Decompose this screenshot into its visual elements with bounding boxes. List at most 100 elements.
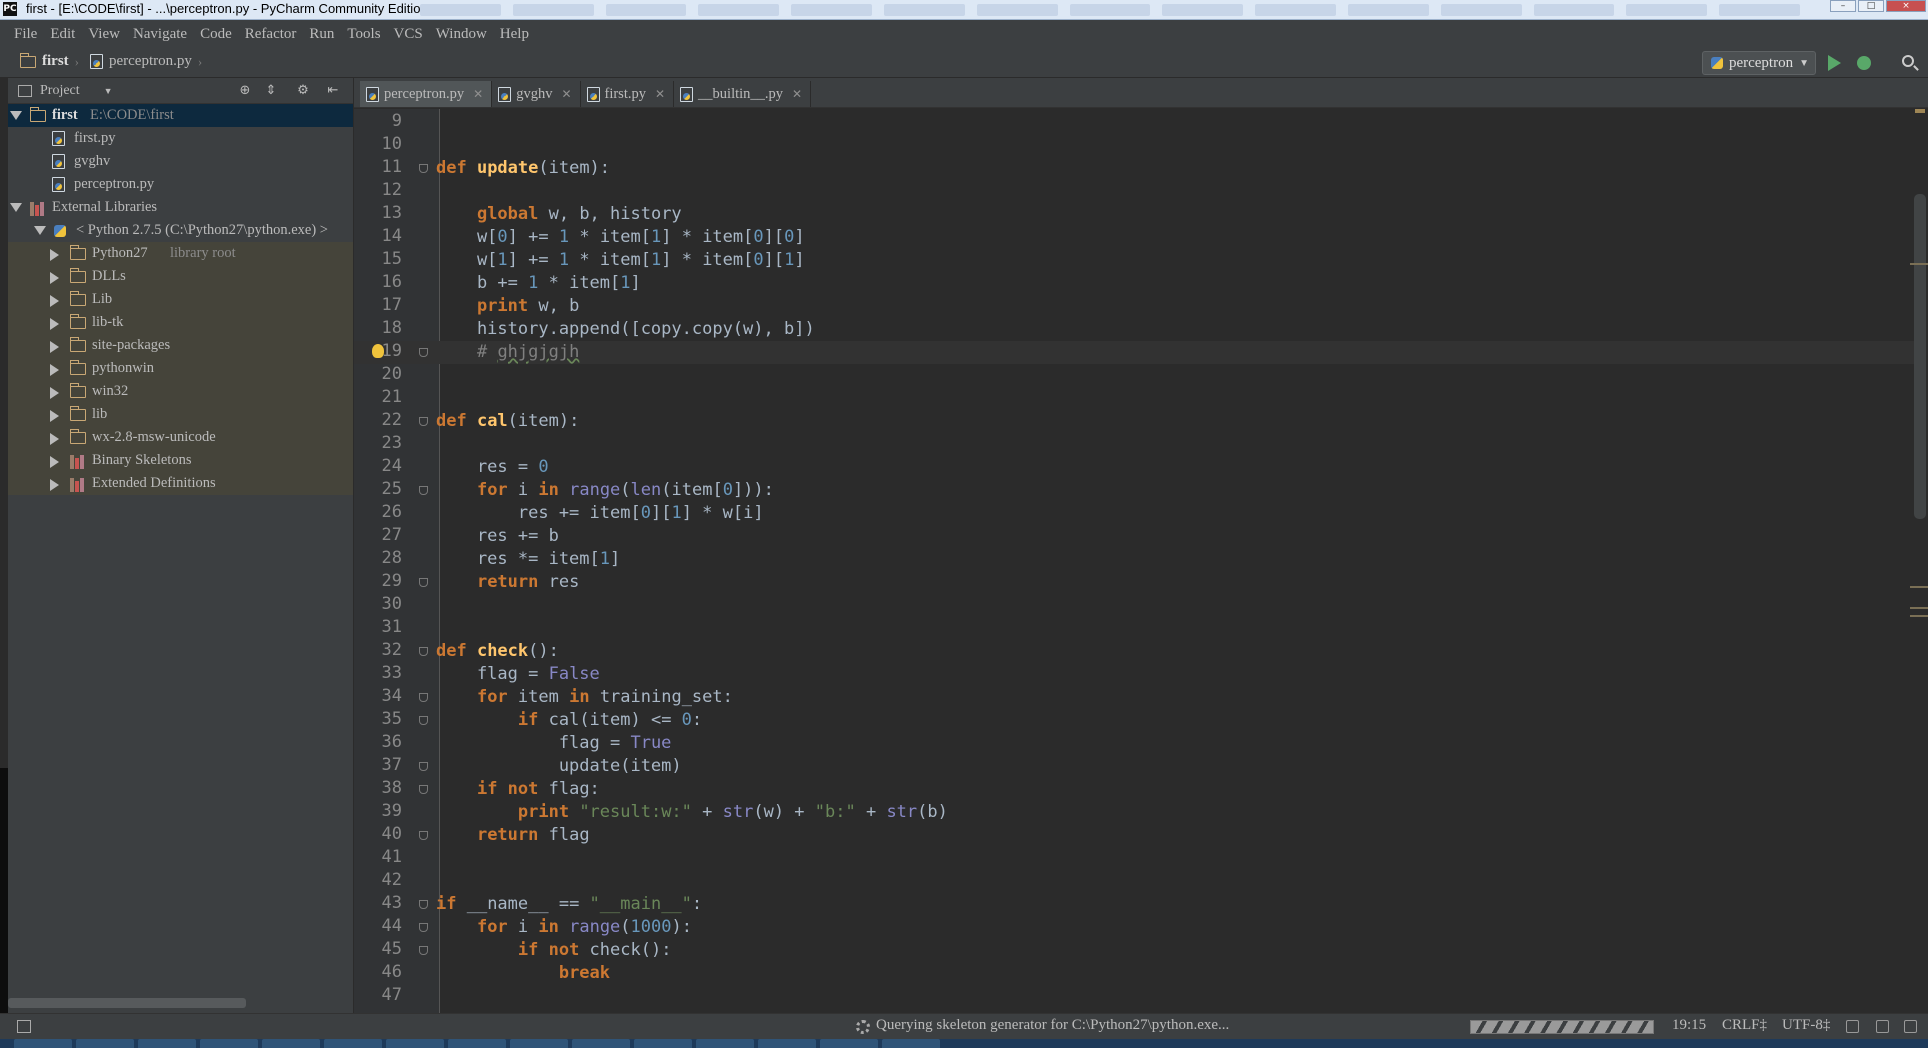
progress-bar[interactable] — [1470, 1020, 1654, 1034]
menu-help[interactable]: Help — [500, 26, 529, 43]
tree-item[interactable]: DLLs — [8, 265, 353, 288]
search-icon[interactable] — [1902, 55, 1914, 67]
lightbulb-icon[interactable] — [372, 344, 384, 358]
menu-file[interactable]: File — [14, 26, 37, 43]
menu-vcs[interactable]: VCS — [394, 26, 423, 43]
menu-tools[interactable]: Tools — [347, 26, 380, 43]
fold-marker-icon[interactable] — [419, 486, 428, 495]
close-icon[interactable]: ✕ — [655, 87, 665, 101]
project-view-selector[interactable]: Project — [40, 83, 80, 99]
run-configuration-select[interactable]: perceptron ▼ — [1702, 51, 1816, 75]
fold-marker-icon[interactable] — [419, 785, 428, 794]
fold-marker-icon[interactable] — [419, 762, 428, 771]
tree-collapsed-icon[interactable] — [50, 410, 59, 422]
code-editor[interactable]: 9 10 11 def update(item): 12 13 global w, b, … — [354, 109, 1928, 1013]
minimize-icon[interactable]: – — [1830, 0, 1856, 12]
menu-window[interactable]: Window — [436, 26, 487, 43]
tree-item[interactable]: pythonwin — [8, 357, 353, 380]
tree-collapsed-icon[interactable] — [50, 318, 59, 330]
encoding-selector[interactable]: UTF-8‡ — [1782, 1017, 1830, 1034]
fold-marker-icon[interactable] — [419, 946, 428, 955]
tree-item[interactable]: lib — [8, 403, 353, 426]
tool-windows-toggle-icon[interactable] — [17, 1020, 31, 1033]
fold-marker-icon[interactable] — [419, 831, 428, 840]
hide-panel-icon[interactable]: ⇤ — [326, 84, 340, 98]
tree-collapsed-icon[interactable] — [50, 295, 59, 307]
menu-code[interactable]: Code — [200, 26, 232, 43]
tree-item[interactable]: < Python 2.7.5 (C:\Python27\python.exe) … — [8, 219, 353, 242]
fold-marker-icon[interactable] — [419, 716, 428, 725]
run-icon[interactable] — [1828, 55, 1841, 71]
tree-expanded-icon[interactable] — [34, 226, 46, 235]
inspector-icon[interactable] — [1876, 1020, 1889, 1033]
close-icon[interactable]: × — [1886, 0, 1926, 12]
tree-collapsed-icon[interactable] — [50, 387, 59, 399]
tree-item[interactable]: lib-tk — [8, 311, 353, 334]
fold-marker-icon[interactable] — [419, 164, 428, 173]
fold-marker-icon[interactable] — [419, 647, 428, 656]
tab-first-py[interactable]: first.py ✕ — [581, 81, 675, 107]
fold-marker-icon[interactable] — [419, 348, 428, 357]
error-stripe-mark[interactable] — [1910, 615, 1928, 617]
fold-marker-icon[interactable] — [419, 578, 428, 587]
tree-item[interactable]: perceptron.py — [8, 173, 353, 196]
debug-icon[interactable] — [1857, 56, 1871, 70]
inspection-status-icon[interactable] — [1915, 109, 1925, 113]
close-icon[interactable]: ✕ — [473, 87, 483, 101]
line-separator-selector[interactable]: CRLF‡ — [1722, 1017, 1767, 1034]
breadcrumb-project[interactable]: first › — [20, 52, 79, 70]
gear-icon[interactable]: ⚙ — [296, 84, 310, 98]
tree-item[interactable]: wx-2.8-msw-unicode — [8, 426, 353, 449]
memory-indicator-icon[interactable] — [1904, 1020, 1917, 1033]
menu-refactor[interactable]: Refactor — [245, 26, 297, 43]
tree-item[interactable]: gvghv — [8, 150, 353, 173]
horizontal-scrollbar[interactable] — [8, 998, 246, 1008]
menu-view[interactable]: View — [88, 26, 120, 43]
tree-collapsed-icon[interactable] — [50, 272, 59, 284]
collapse-all-icon[interactable]: ⇕ — [264, 84, 278, 98]
background-process-text[interactable]: Querying skeleton generator for C:\Pytho… — [876, 1017, 1229, 1034]
fold-marker-icon[interactable] — [419, 923, 428, 932]
tree-collapsed-icon[interactable] — [50, 456, 59, 468]
tree-item[interactable]: Lib — [8, 288, 353, 311]
chevron-down-icon[interactable]: ▼ — [104, 86, 113, 96]
tree-expanded-icon[interactable] — [10, 203, 22, 212]
vertical-scrollbar[interactable] — [1914, 194, 1926, 519]
menu-run[interactable]: Run — [309, 26, 334, 43]
tree-collapsed-icon[interactable] — [50, 479, 59, 491]
tree-item[interactable]: win32 — [8, 380, 353, 403]
close-icon[interactable]: ✕ — [561, 87, 571, 101]
tree-item[interactable]: Extended Definitions — [8, 472, 353, 495]
breadcrumb-file[interactable]: perceptron.py › — [90, 53, 202, 70]
tree-item[interactable]: External Libraries — [8, 196, 353, 219]
error-stripe-mark[interactable] — [1910, 263, 1928, 265]
tree-item[interactable]: first.py — [8, 127, 353, 150]
tree-collapsed-icon[interactable] — [50, 364, 59, 376]
menu-navigate[interactable]: Navigate — [133, 26, 187, 43]
tree-item[interactable]: Python27 library root — [8, 242, 353, 265]
tab-builtin-py[interactable]: __builtin__.py ✕ — [674, 81, 812, 107]
error-stripe-mark[interactable] — [1910, 607, 1928, 609]
error-stripe-mark[interactable] — [1910, 586, 1928, 588]
tree-item[interactable]: site-packages — [8, 334, 353, 357]
tab-perceptron-py[interactable]: perceptron.py ✕ — [360, 81, 493, 107]
line-number: 27 — [381, 525, 402, 545]
scroll-from-source-icon[interactable]: ⊕ — [238, 84, 252, 98]
tree-collapsed-icon[interactable] — [50, 249, 59, 261]
lock-icon[interactable] — [1846, 1020, 1859, 1033]
fold-marker-icon[interactable] — [419, 693, 428, 702]
tab-gvghv[interactable]: gvghv ✕ — [492, 81, 581, 107]
caret-position[interactable]: 19:15 — [1672, 1017, 1706, 1034]
fold-marker-icon[interactable] — [419, 417, 428, 426]
tree-expanded-icon[interactable] — [10, 111, 22, 120]
tree-item[interactable]: Binary Skeletons — [8, 449, 353, 472]
tree-collapsed-icon[interactable] — [50, 341, 59, 353]
close-icon[interactable]: ✕ — [792, 87, 802, 101]
tree-collapsed-icon[interactable] — [50, 433, 59, 445]
code-token: (item[ — [661, 480, 723, 500]
maximize-icon[interactable]: □ — [1858, 0, 1884, 12]
tree-item[interactable]: first E:\CODE\first — [8, 104, 353, 127]
fold-marker-icon[interactable] — [419, 900, 428, 909]
menu-edit[interactable]: Edit — [50, 26, 75, 43]
